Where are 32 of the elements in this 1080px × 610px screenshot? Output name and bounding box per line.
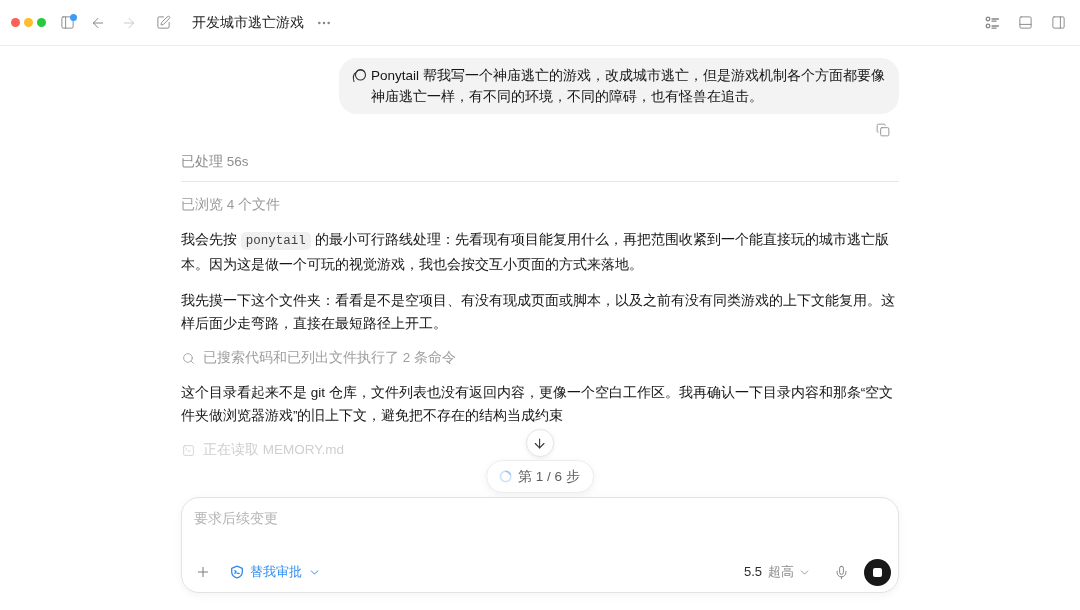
message-paragraph: 我先摸一下这个文件夹：看看是不是空项目、有没有现成页面或脚本，以及之前有没有同类游戏的上下文能复用。这样后面少走弯路，直接在最短路径上开工。 xyxy=(181,292,896,333)
step-counter: 第 1 / 6 步 xyxy=(518,467,580,486)
panel-right-icon[interactable] xyxy=(1050,15,1066,30)
avatar-icon xyxy=(351,67,367,83)
terminal-icon xyxy=(182,443,195,457)
plus-icon[interactable] xyxy=(195,564,211,580)
compose-icon[interactable] xyxy=(155,15,171,30)
window-minimize-icon[interactable] xyxy=(24,18,33,27)
shield-icon xyxy=(230,565,244,579)
scroll-down-button[interactable] xyxy=(526,429,554,457)
composer[interactable]: 要求后续变更 替我审批 5.5 超高 xyxy=(181,497,899,593)
activity-summary: 已浏览 4 个文件 xyxy=(181,196,280,214)
message-text: Ponytail 帮我写一个神庙逃亡的游戏，改成城市逃亡，但是游戏机制各个方面都要像神庙逃亡一样，有不同的环境，不同的障碍，也有怪兽在追击。 xyxy=(371,67,886,106)
sidebar-icon[interactable] xyxy=(59,15,75,30)
spinner-icon xyxy=(499,470,513,483)
window-close-icon[interactable] xyxy=(11,18,20,27)
list-icon[interactable] xyxy=(984,15,1000,30)
model-selector[interactable]: 5.5 超高 xyxy=(743,562,811,582)
approval-dropdown[interactable]: 替我审批 xyxy=(230,562,321,582)
copy-icon[interactable] xyxy=(876,123,890,137)
message-input[interactable]: 要求后续变更 xyxy=(193,508,891,557)
window-title: 开发城市逃亡游戏 xyxy=(192,13,304,32)
panel-bottom-icon[interactable] xyxy=(1017,15,1033,30)
message-paragraph: 我会先按 ponytail 的最小可行路线处理：先看现有项目能复用什么，再把范围收紧到一个能直接玩的城市逃亡版本。因为这是做一个可玩的视觉游戏，我也会按交互小页面的方式来落地。 xyxy=(181,231,890,274)
search-icon xyxy=(182,351,195,365)
stop-icon xyxy=(873,567,882,577)
window-zoom-icon[interactable] xyxy=(37,18,46,27)
step-text: 已搜索代码和已列出文件执行了 2 条命令 xyxy=(203,349,456,367)
message-paragraph: 这个目录看起来不是 git 仓库，文件列表也没有返回内容，更像一个空白工作区。我再确认一下目录内容和那条“空文件夹做浏览器游戏”的旧上下文，避免把不存在的结构当成约束 xyxy=(181,384,895,425)
microphone-icon[interactable] xyxy=(833,564,849,580)
elapsed-label: 已处理 56s xyxy=(181,153,249,171)
stop-button[interactable] xyxy=(864,558,891,586)
